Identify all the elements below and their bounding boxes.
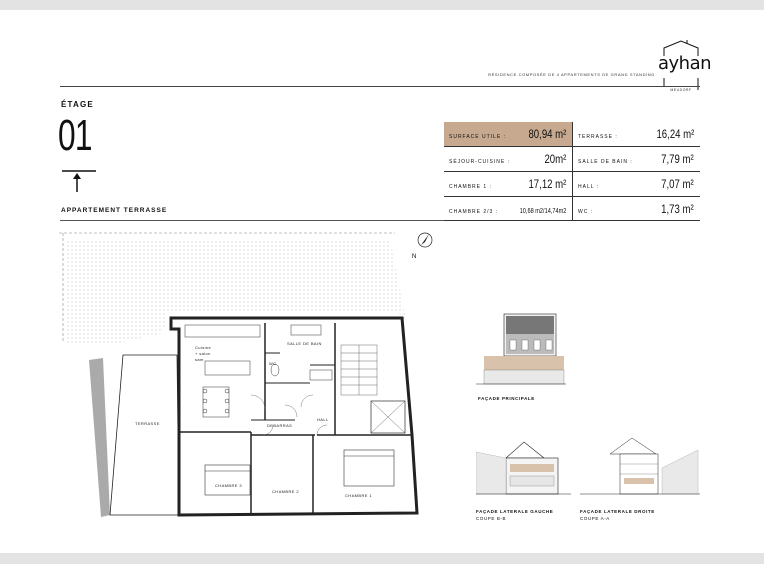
facade-gauche-subcaption: COUPE B-B	[476, 516, 507, 521]
surface-row: CHAMBRE 1 : 17,12 m²	[444, 172, 572, 196]
terrace-wall	[89, 358, 110, 517]
brand-logo: ayhan MEUDORF	[658, 40, 712, 98]
garden-area	[67, 239, 407, 343]
surface-row: CHAMBRE 2/3 : 10,68 m2/14,74m2	[444, 197, 572, 221]
surface-value: 7,79 m²	[661, 152, 694, 166]
tagline: RÉSIDENCE COMPOSÉE DE 4 APPARTEMENTS DE …	[488, 72, 655, 77]
surface-label: CHAMBRE 2/3 :	[449, 209, 499, 215]
room-label-chambre2: CHAMBRE 2	[272, 489, 299, 494]
room-label-salon: + salon	[195, 351, 211, 356]
north-label: N	[412, 254, 416, 260]
surface-row: HALL : 7,07 m²	[573, 172, 700, 196]
surface-label: SÉJOUR-CUISINE :	[449, 159, 511, 165]
floor-label: ÉTAGE	[61, 100, 94, 109]
logo-wordmark: ayhan	[658, 53, 712, 74]
surface-label: HALL :	[578, 184, 600, 190]
surface-value: 16,24 m²	[656, 127, 694, 141]
room-label-bathroom: SALLE DE BAIN	[287, 341, 322, 346]
surface-value: 7,07 m²	[661, 177, 694, 191]
north-arrow-icon: N	[412, 232, 433, 260]
surface-value: 17,12 m²	[528, 177, 566, 191]
surface-row: WC : 1,73 m²	[573, 197, 700, 221]
surface-row: SALLE DE BAIN : 7,79 m²	[573, 147, 700, 171]
surface-label: WC :	[578, 209, 594, 215]
facade-gauche-caption: FAÇADE LATERALE GAUCHE	[476, 509, 554, 514]
room-label-cuisine: Cuisine	[195, 345, 212, 350]
apartment-label: APPARTEMENT TERRASSE	[61, 207, 168, 214]
bed	[204, 449, 395, 496]
surface-value: 20m²	[544, 152, 566, 166]
room-label-chambre1: CHAMBRE 1	[345, 493, 372, 498]
surface-label: CHAMBRE 1 :	[449, 184, 492, 190]
room-label-hall: HALL	[317, 417, 329, 422]
room-label-debarras: DEBARRAS	[267, 423, 292, 428]
facade-principale-caption: FAÇADE PRINCIPALE	[478, 396, 535, 401]
surface-row: TERRASSE : 16,24 m²	[573, 122, 700, 146]
staircase	[340, 344, 406, 434]
facade-principale-drawing	[476, 313, 566, 385]
floor-number: 01	[58, 111, 93, 160]
divider	[60, 86, 700, 87]
surface-value: 80,94 m²	[528, 127, 566, 141]
surface-row-main: SURFACE UTILE : 80,94 m²	[444, 122, 572, 146]
bathroom-fixtures	[270, 324, 333, 381]
door-swings	[250, 394, 328, 436]
facade-droite-caption: FAÇADE LATERALE DROITE	[580, 509, 655, 514]
logo-subtitle: MEUDORF	[670, 88, 692, 92]
facade-droite-subcaption: COUPE A-A	[580, 516, 610, 521]
room-label-sam: sam	[195, 357, 204, 362]
surface-row: SÉJOUR-CUISINE : 20m²	[444, 147, 572, 171]
surface-value: 10,68 m2/14,74m2	[519, 208, 566, 215]
entrance-arrow-icon	[62, 170, 96, 192]
surface-label: SURFACE UTILE :	[449, 134, 506, 140]
room-label-wc: WC	[269, 361, 276, 366]
facade-gauche-drawing	[476, 441, 571, 495]
floor-plan: N TERRASSE Cuisine + salon sam SALLE DE …	[59, 232, 433, 517]
kitchen-fixtures	[184, 324, 261, 418]
surface-table: SURFACE UTILE : 80,94 m² SÉJOUR-CUISINE …	[444, 122, 700, 221]
surface-value: 1,73 m²	[661, 202, 694, 216]
surface-label: SALLE DE BAIN :	[578, 159, 633, 165]
terrace-outline	[109, 354, 180, 516]
table-rule	[572, 122, 573, 221]
surface-label: TERRASSE :	[578, 134, 618, 140]
room-label-chambre3: CHAMBRE 3	[215, 483, 242, 488]
facade-droite-drawing	[580, 437, 700, 495]
terrace-label: TERRASSE	[135, 421, 160, 426]
